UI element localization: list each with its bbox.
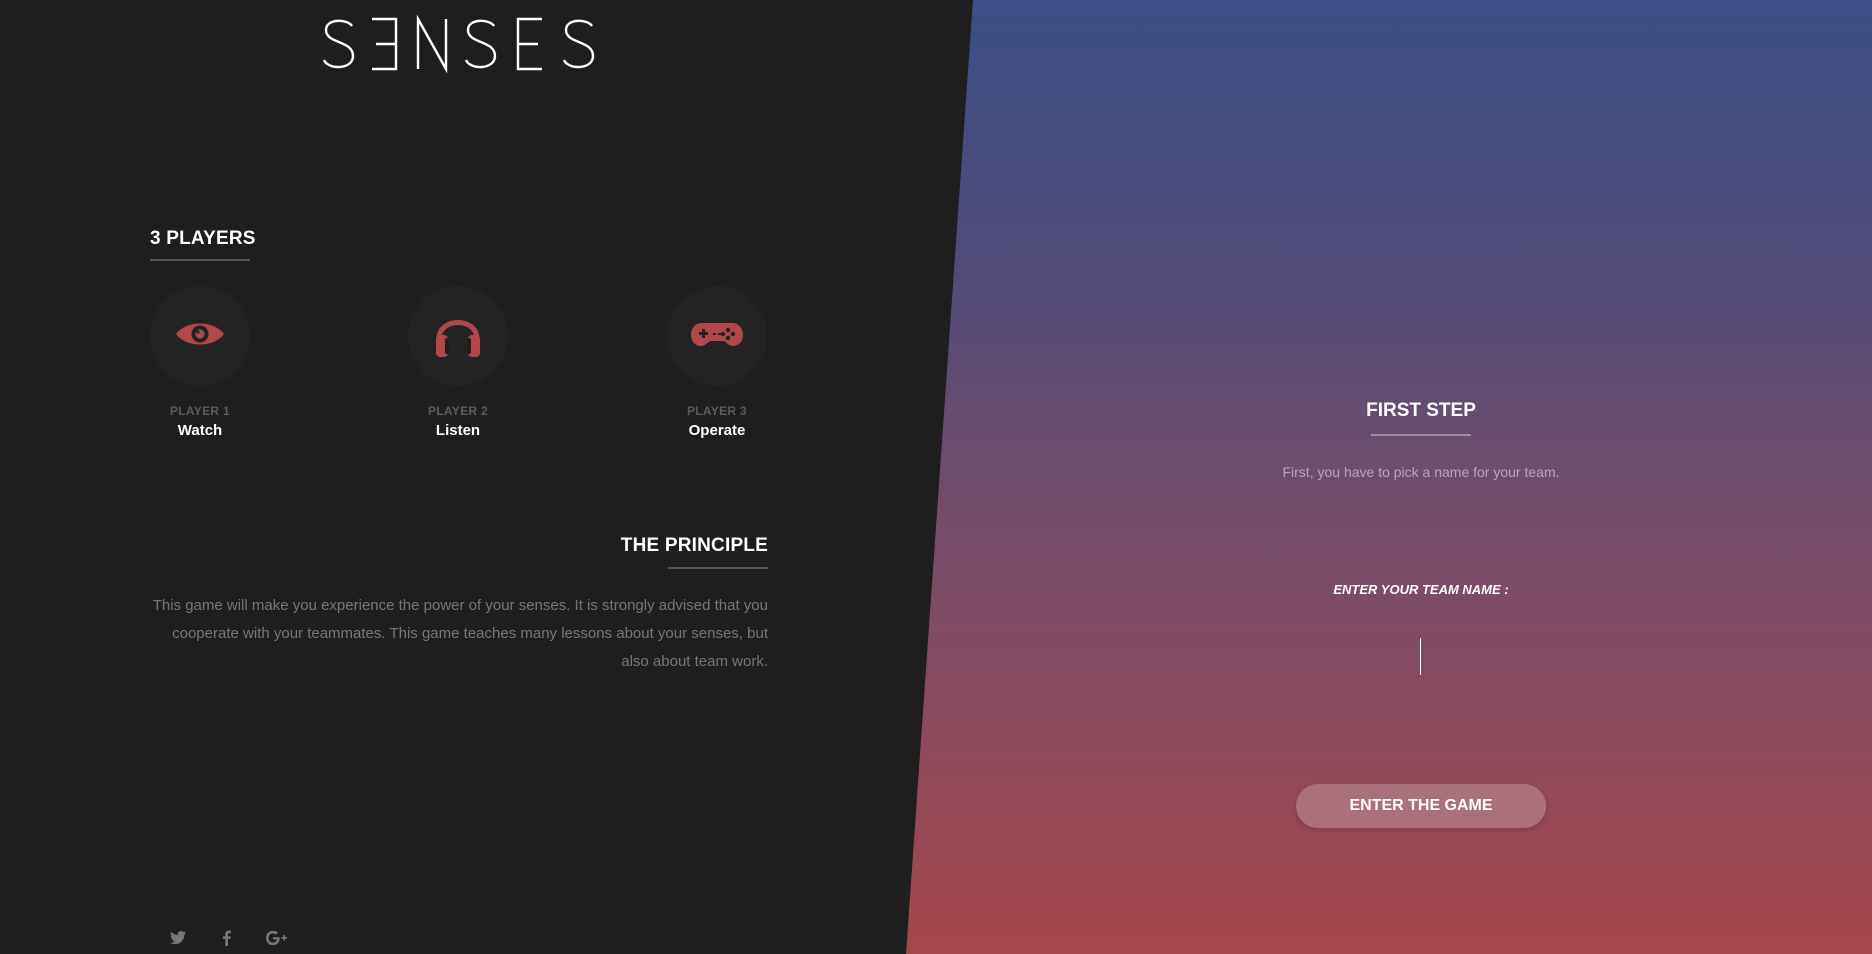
facebook-icon <box>222 930 231 951</box>
players-title-underline <box>150 259 250 261</box>
player-1-number: PLAYER 1 <box>170 404 230 418</box>
team-name-label: ENTER YOUR TEAM NAME : <box>1333 582 1509 597</box>
google-plus-link[interactable] <box>263 928 291 952</box>
player-3-icon-circle <box>667 286 767 386</box>
player-3-role: Operate <box>688 422 746 439</box>
google-plus-icon <box>266 930 288 950</box>
player-2-number: PLAYER 2 <box>428 404 488 418</box>
principle-title: THE PRINCIPLE <box>620 535 768 556</box>
player-2-icon-circle <box>408 286 508 386</box>
player-3-number: PLAYER 3 <box>687 404 747 418</box>
principle-title-underline <box>668 567 768 569</box>
gamepad-icon <box>690 320 744 353</box>
player-card-3: PLAYER 3 Operate <box>667 286 767 439</box>
twitter-icon <box>170 930 186 949</box>
first-step-title: FIRST STEP <box>1366 400 1476 421</box>
principle-description: This game will make you experience the p… <box>152 597 768 670</box>
player-1-role: Watch <box>177 422 223 439</box>
player-1-icon-circle <box>150 286 250 386</box>
twitter-link[interactable] <box>164 928 192 952</box>
team-name-input[interactable] <box>1296 630 1546 680</box>
eye-icon <box>174 318 226 355</box>
first-step-underline <box>1371 434 1471 436</box>
facebook-link[interactable] <box>212 928 240 952</box>
left-panel: SENSES 3 PLAYERS <box>0 0 980 954</box>
enter-game-button[interactable]: ENTER THE GAME <box>1296 784 1546 828</box>
player-card-1: PLAYER 1 Watch <box>150 286 250 439</box>
player-card-2: PLAYER 2 Listen <box>408 286 508 439</box>
headphones-icon <box>433 309 483 364</box>
player-2-role: Listen <box>435 422 481 439</box>
players-section-title: 3 PLAYERS <box>150 228 256 249</box>
text-caret <box>1420 638 1421 675</box>
first-step-subtitle: First, you have to pick a name for your … <box>1282 464 1560 480</box>
senses-logo: SENSES <box>322 14 596 74</box>
